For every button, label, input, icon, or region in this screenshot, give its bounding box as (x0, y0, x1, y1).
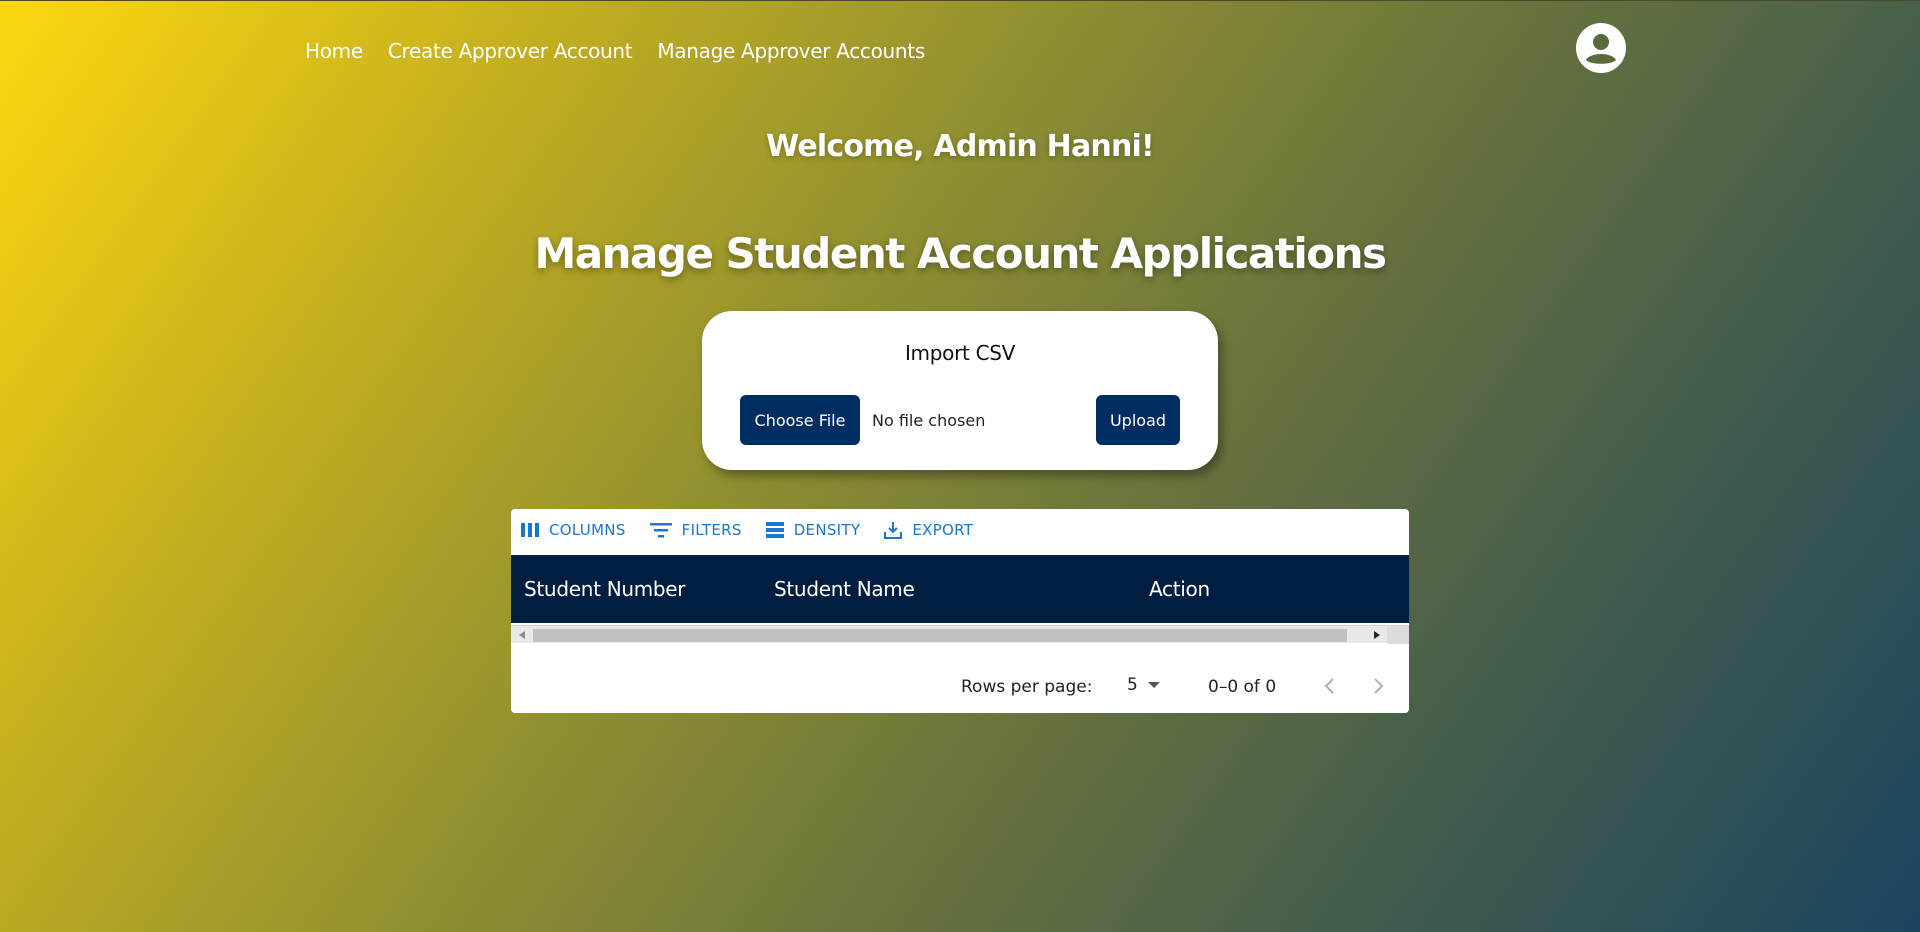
nav-home-link[interactable]: Home (305, 39, 363, 63)
column-header-action[interactable]: Action (1149, 577, 1210, 601)
column-header-student-number[interactable]: Student Number (524, 577, 686, 601)
density-label: DENSITY (793, 521, 861, 539)
download-icon (884, 522, 903, 539)
filter-icon (649, 523, 672, 538)
density-button[interactable]: DENSITY (765, 521, 861, 539)
scrollbar-corner (1387, 626, 1409, 644)
import-csv-card: Import CSV Choose File No file chosen Up… (702, 311, 1218, 470)
previous-page-button[interactable] (1323, 677, 1335, 700)
scrollbar-thumb[interactable] (533, 629, 1347, 642)
choose-file-button[interactable]: Choose File (740, 395, 860, 445)
rows-per-page-label: Rows per page: (961, 677, 1093, 697)
student-applications-grid: COLUMNS FILTERS DENSITY EXPORT Student N… (511, 509, 1409, 713)
export-label: EXPORT (912, 521, 974, 539)
file-status-text: No file chosen (872, 411, 986, 430)
page-title: Manage Student Account Applications (534, 229, 1387, 278)
nav-create-approver-link[interactable]: Create Approver Account (388, 39, 633, 63)
chevron-down-icon (1147, 682, 1160, 688)
scroll-right-arrow-icon[interactable] (1374, 631, 1380, 639)
top-nav: Home Create Approver Account Manage Appr… (305, 39, 925, 63)
density-icon (765, 522, 784, 538)
scroll-left-arrow-icon[interactable] (519, 631, 525, 639)
nav-manage-approvers-link[interactable]: Manage Approver Accounts (657, 39, 925, 63)
pagination-range: 0–0 of 0 (1208, 677, 1277, 697)
rows-per-page-select[interactable]: 5 (1127, 675, 1160, 695)
account-circle-icon[interactable] (1576, 23, 1626, 73)
export-button[interactable]: EXPORT (884, 521, 973, 539)
chevron-left-icon (1324, 678, 1334, 694)
grid-header-row: Student Number Student Name Action (511, 555, 1409, 623)
column-header-student-name[interactable]: Student Name (774, 577, 915, 601)
chevron-right-icon (1374, 678, 1384, 694)
next-page-button[interactable] (1373, 677, 1385, 700)
grid-toolbar: COLUMNS FILTERS DENSITY EXPORT (521, 521, 973, 539)
upload-button[interactable]: Upload (1096, 395, 1180, 445)
welcome-message: Welcome, Admin Hanni! (766, 129, 1155, 164)
columns-icon (521, 523, 539, 537)
columns-button[interactable]: COLUMNS (521, 521, 626, 539)
import-csv-title: Import CSV (904, 341, 1016, 365)
filters-label: FILTERS (681, 521, 742, 539)
horizontal-scrollbar[interactable] (511, 625, 1409, 644)
filters-button[interactable]: FILTERS (649, 521, 742, 539)
columns-label: COLUMNS (549, 521, 626, 539)
pagination: Rows per page: 5 0–0 of 0 (511, 669, 1409, 699)
rows-per-page-value: 5 (1127, 675, 1138, 695)
